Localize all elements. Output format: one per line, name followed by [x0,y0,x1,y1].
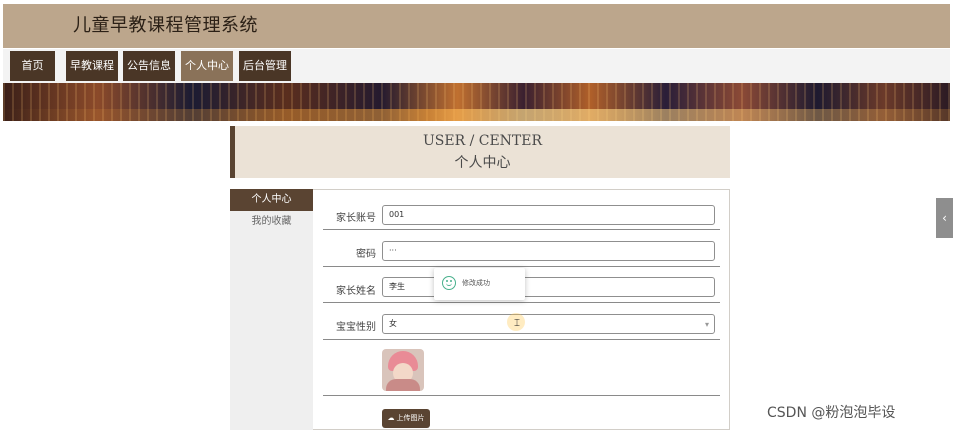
side-toggle-button[interactable]: ‹ [936,198,953,238]
side-item-favorites[interactable]: 我的收藏 [230,211,313,233]
side-menu: 个人中心 我的收藏 [230,189,313,430]
password-label: 密码 [356,249,376,260]
nav-item-notices[interactable]: 公告信息 [123,51,175,81]
mouse-cursor-icon: ⌶ [514,318,520,329]
watermark: CSDN @粉泡泡毕设 [767,405,896,421]
upload-image-button[interactable]: ☁ 上传图片 [382,409,430,428]
upload-button-label: 上传图片 [396,414,425,422]
banner-road-lights [3,109,950,121]
top-header: 儿童早教课程管理系统 [3,4,950,48]
toast-message: 修改成功 [462,279,490,287]
password-field[interactable]: ··· [382,241,715,261]
user-center-title-en: USER / CENTER [422,133,543,149]
chevron-down-icon: ▾ [704,320,709,329]
nav-bar: 首页 早教课程 公告信息 个人中心 后台管理 [3,49,950,83]
banner-image [3,83,950,121]
parent-name-field[interactable]: 李生 [382,277,715,297]
form-row-separator [323,395,720,396]
nav-item-user-center[interactable]: 个人中心 [181,51,233,81]
baby-gender-label: 宝宝性别 [336,322,376,333]
site-title: 儿童早教课程管理系统 [73,15,258,36]
account-field[interactable]: 001 [382,205,715,225]
parent-name-label: 家长姓名 [336,286,376,297]
form-row-separator [323,229,720,230]
success-toast: 修改成功 [434,268,525,300]
nav-item-courses[interactable]: 早教课程 [66,51,118,81]
user-center-title-cn: 个人中心 [454,155,511,171]
nav-item-home[interactable]: 首页 [10,51,55,81]
side-item-user-center[interactable]: 个人中心 [230,189,313,211]
chevron-left-icon: ‹ [942,211,947,225]
form-row-separator [323,339,720,340]
avatar-body [386,379,420,391]
cloud-icon: ☁ [387,414,395,422]
user-center-header: USER / CENTER 个人中心 [230,126,730,178]
nav-item-admin[interactable]: 后台管理 [239,51,291,81]
baby-gender-value: 女 [389,319,397,328]
account-label: 家长账号 [336,213,376,224]
form-row-separator [323,266,720,267]
baby-gender-select[interactable]: 女 ▾ [382,314,715,334]
form-row-separator [323,302,720,303]
smile-icon [442,276,456,290]
avatar [382,349,424,391]
